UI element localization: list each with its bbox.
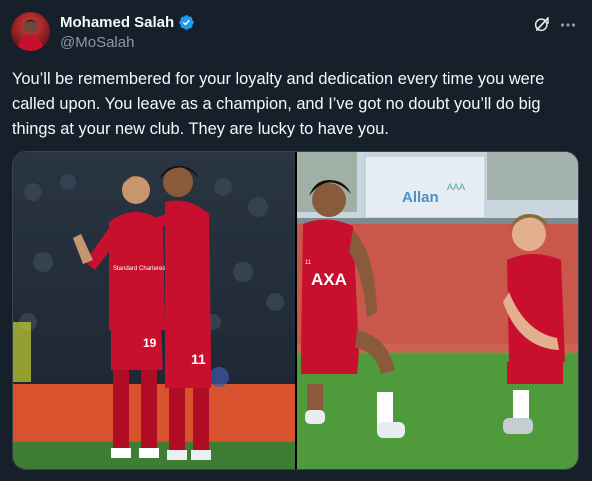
author-handle[interactable]: @MoSalah — [60, 34, 134, 51]
tweet-text: You’ll be remembered for your loyalty an… — [12, 70, 545, 138]
shirt-number-11: 11 — [191, 351, 206, 367]
banner-text: Allan — [402, 189, 439, 206]
sponsor-standard-chartered: Standard Chartered — [113, 266, 166, 272]
sponsor-axa-left: AXA — [311, 270, 347, 289]
media-photo-celebration[interactable]: 19 Standard Chartered 11 — [13, 152, 295, 469]
tweet-media[interactable]: 19 Standard Chartered 11 Allan AAA AXA 1… — [12, 151, 579, 470]
author-name-line: Mohamed Salah — [60, 12, 195, 32]
avatar[interactable] — [11, 12, 50, 51]
author-display-name[interactable]: Mohamed Salah — [60, 14, 174, 31]
shirt-number-right-photo: 11 — [305, 260, 312, 266]
media-photo-training[interactable]: Allan AAA AXA 11 — [297, 152, 578, 469]
banner-text-secondary: AAA — [447, 182, 465, 192]
shirt-number-19: 19 — [143, 336, 157, 350]
verified-badge-icon — [178, 14, 195, 31]
